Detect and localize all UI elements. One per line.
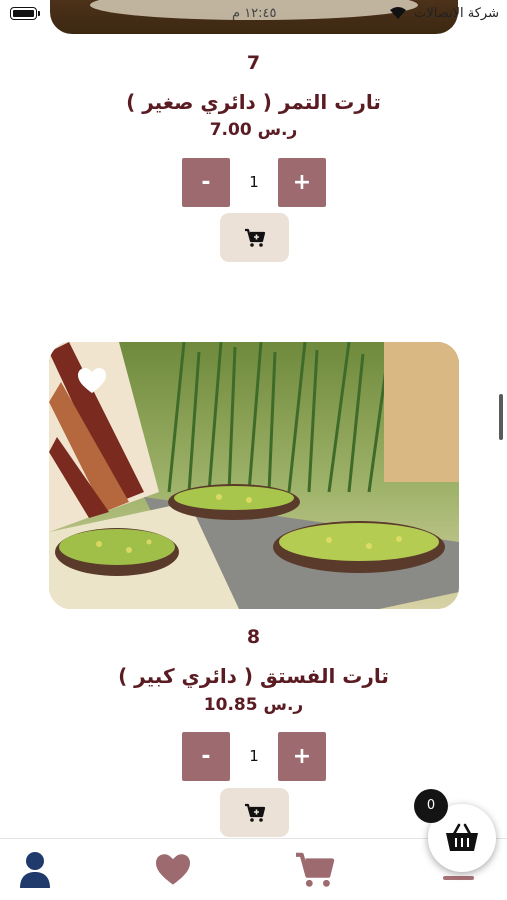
product-number: 7 [246,52,261,74]
quantity-value: 1 [249,747,259,765]
add-to-cart-icon [244,228,265,247]
status-bar: ١٢:٤٥ م شركة الاتصالات [0,0,507,30]
battery-icon [10,7,40,20]
nav-favorites[interactable] [148,839,198,900]
quantity-stepper: - 1 + [182,732,326,781]
quantity-value: 1 [249,173,259,191]
product-price: ر.س 7.00 [209,120,298,140]
basket-icon [446,823,478,851]
status-time: ١٢:٤٥ م [232,6,277,21]
product-image[interactable] [49,342,459,609]
quantity-stepper: - 1 + [182,158,326,207]
increase-quantity-button[interactable]: + [278,732,326,781]
favorite-heart-icon[interactable] [77,367,107,395]
nav-cart[interactable] [290,839,340,900]
wifi-icon [390,7,406,19]
decrease-quantity-button[interactable]: - [182,158,230,207]
add-to-cart-button[interactable] [220,788,289,837]
heart-icon [156,854,190,885]
menu-icon[interactable] [443,876,474,880]
scrollbar[interactable] [499,394,503,440]
add-to-cart-button[interactable] [220,213,289,262]
product-number: 8 [246,626,261,648]
add-to-cart-icon [244,803,265,822]
nav-profile[interactable] [10,839,60,900]
cart-count-badge: 0 [414,789,448,823]
carrier-name: شركة الاتصالات [414,6,499,21]
product-price: ر.س 10.85 [203,695,304,715]
decrease-quantity-button[interactable]: - [182,732,230,781]
cart-icon [296,852,335,887]
profile-icon [20,852,50,888]
product-name: تارت الفستق ( دائري كبير ) [118,664,389,688]
product-name: تارت التمر ( دائري صغير ) [126,90,381,114]
increase-quantity-button[interactable]: + [278,158,326,207]
